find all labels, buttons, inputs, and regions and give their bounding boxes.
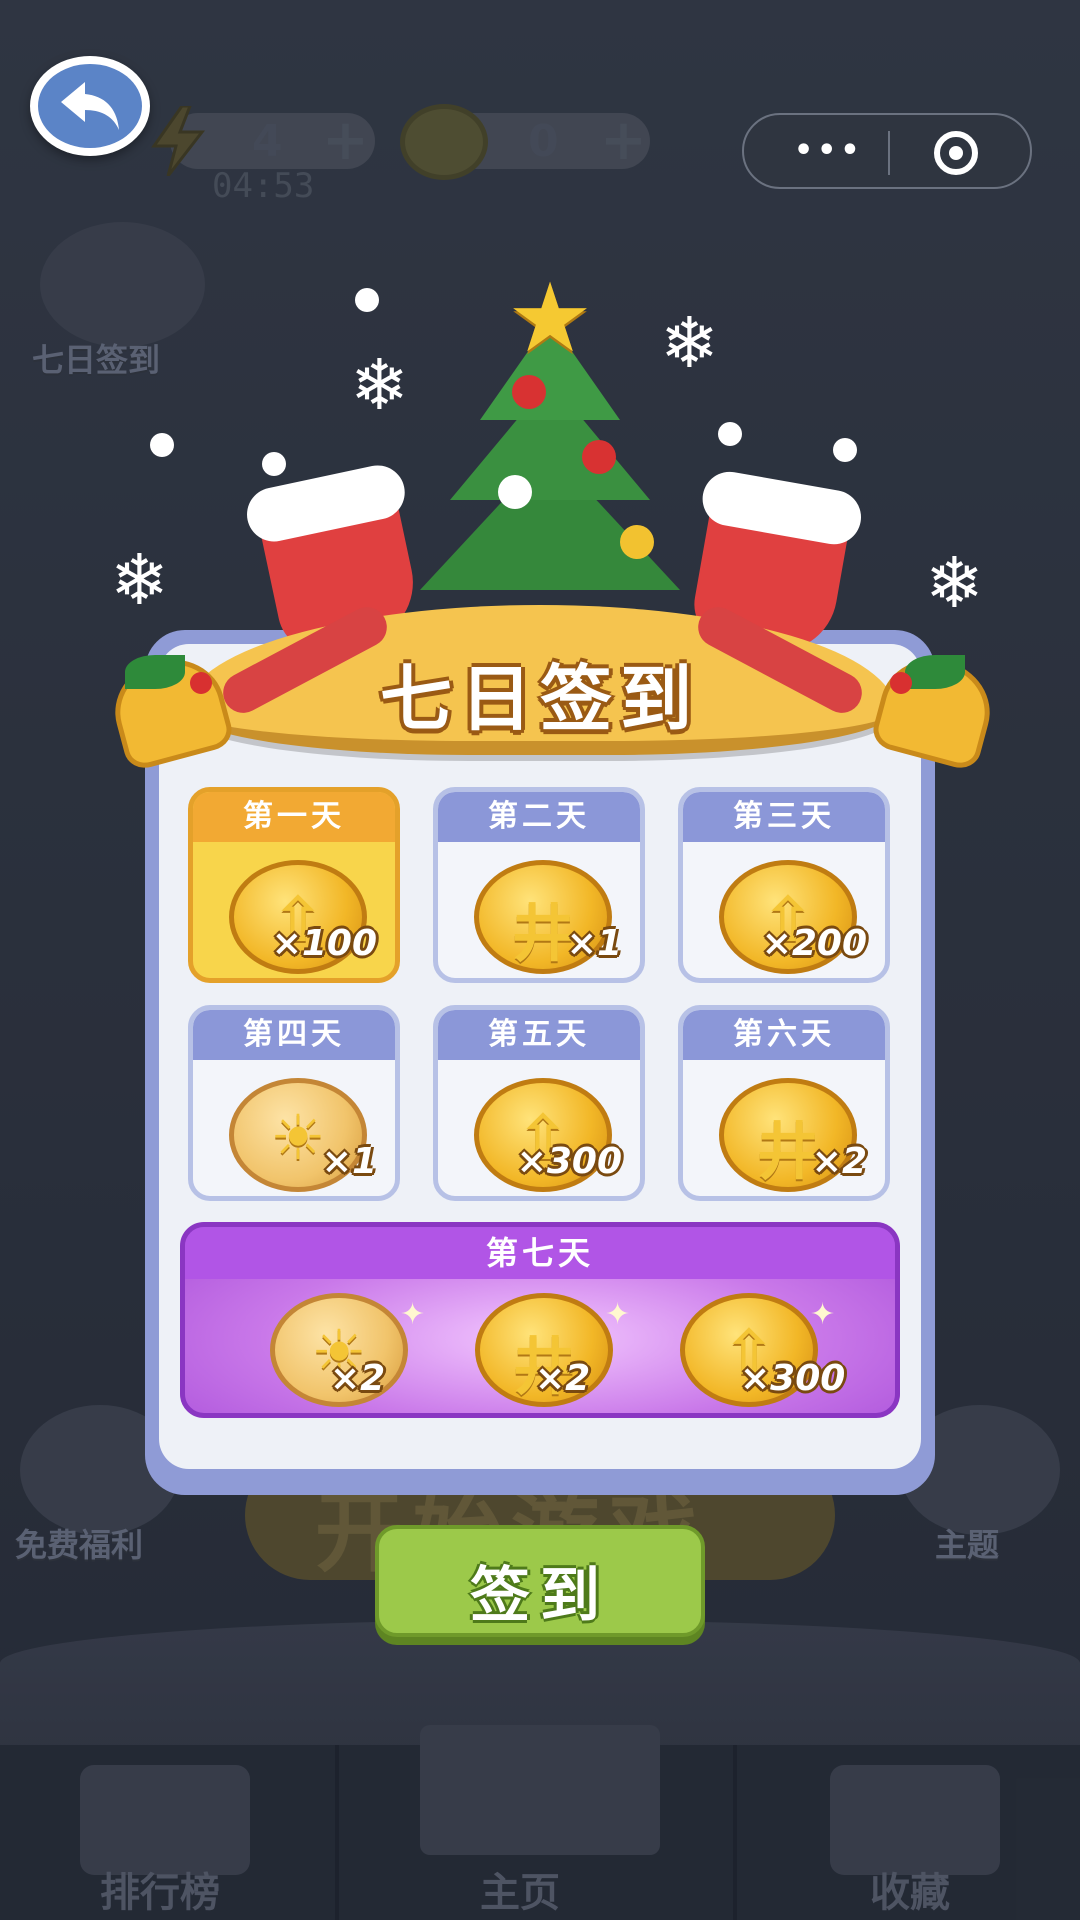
day-label: 第一天 (193, 792, 395, 842)
day7-label: 第七天 (185, 1227, 895, 1279)
reward-quantity: ×2 (330, 1358, 386, 1399)
nav-rank-label[interactable]: 排行榜 (100, 1860, 220, 1918)
day-card[interactable]: 第五天 ⇧ ×300 (433, 1005, 645, 1201)
free-gift-label: 免费福利 (15, 1526, 144, 1564)
more-icon[interactable]: ••• (794, 133, 864, 168)
reward-quantity: ×300 (740, 1358, 846, 1399)
snow-dot (833, 438, 857, 462)
book-icon[interactable] (830, 1765, 1000, 1875)
snow-dot (262, 452, 286, 476)
reward-quantity: ×200 (761, 923, 867, 964)
modal-title: 七日签到 (379, 657, 700, 741)
snowflake-icon: ❄ (350, 344, 409, 426)
snow-dot (718, 422, 742, 446)
nav-home-label[interactable]: 主页 (480, 1860, 560, 1918)
energy-timer: 04:53 (212, 166, 315, 206)
house-icon[interactable] (420, 1725, 660, 1855)
sparkle-icon: ✦ (400, 1297, 426, 1332)
nav-collection-label[interactable]: 收藏 (870, 1860, 950, 1918)
back-button[interactable] (30, 56, 150, 156)
capsule-divider (888, 131, 890, 175)
snow-dot (150, 433, 174, 457)
day-label: 第六天 (683, 1010, 885, 1060)
day-card[interactable]: 第六天井 ×2 (678, 1005, 890, 1201)
coin-value: 0 (528, 116, 559, 167)
arrow-coin-icon (400, 104, 488, 180)
reward-quantity: ×100 (271, 923, 377, 964)
add-energy-button[interactable]: + (322, 108, 369, 173)
theme-label: 主题 (935, 1526, 1000, 1564)
day-card[interactable]: 第二天井 ×1 (433, 787, 645, 983)
add-coin-button[interactable]: + (600, 108, 647, 173)
miniprogram-capsule: ••• (742, 113, 1032, 189)
day-card[interactable]: 第一天 ⇧ ×100 (188, 787, 400, 983)
day-label: 第三天 (683, 792, 885, 842)
day-card[interactable]: 第四天 ☀ ×1 (188, 1005, 400, 1201)
snowflake-icon: ❄ (925, 542, 984, 624)
christmas-tree-icon: ★ (420, 270, 680, 620)
nav-divider (733, 1745, 737, 1920)
close-target-icon[interactable] (934, 131, 978, 175)
lightning-icon (151, 106, 206, 176)
nav-divider (335, 1745, 339, 1920)
ranking-icon[interactable] (80, 1765, 250, 1875)
signin-button-label: 签到 (470, 1561, 610, 1631)
back-arrow-icon (61, 82, 119, 130)
day-card[interactable]: 第三天 ⇧ ×200 (678, 787, 890, 983)
checkin-side-label: 七日签到 (32, 341, 161, 379)
sparkle-icon: ✦ (605, 1297, 631, 1332)
reward-quantity: ×1 (321, 1141, 377, 1182)
energy-value: 4 (252, 116, 283, 167)
reward-quantity: ×1 (566, 923, 622, 964)
reward-quantity: ×2 (535, 1358, 591, 1399)
signin-button[interactable]: 签到 (375, 1525, 705, 1637)
day-label: 第四天 (193, 1010, 395, 1060)
calendar-check-icon[interactable] (40, 222, 205, 347)
day-label: 第二天 (438, 792, 640, 842)
sparkle-icon: ✦ (810, 1297, 836, 1332)
day-label: 第五天 (438, 1010, 640, 1060)
day7-card[interactable]: 第七天 ☀ ×2 ✦ 井 ×2 ✦ ⇧ ×300 ✦ (180, 1222, 900, 1418)
snow-dot (355, 288, 379, 312)
reward-quantity: ×300 (516, 1141, 622, 1182)
snowflake-icon: ❄ (110, 539, 169, 621)
reward-quantity: ×2 (811, 1141, 867, 1182)
